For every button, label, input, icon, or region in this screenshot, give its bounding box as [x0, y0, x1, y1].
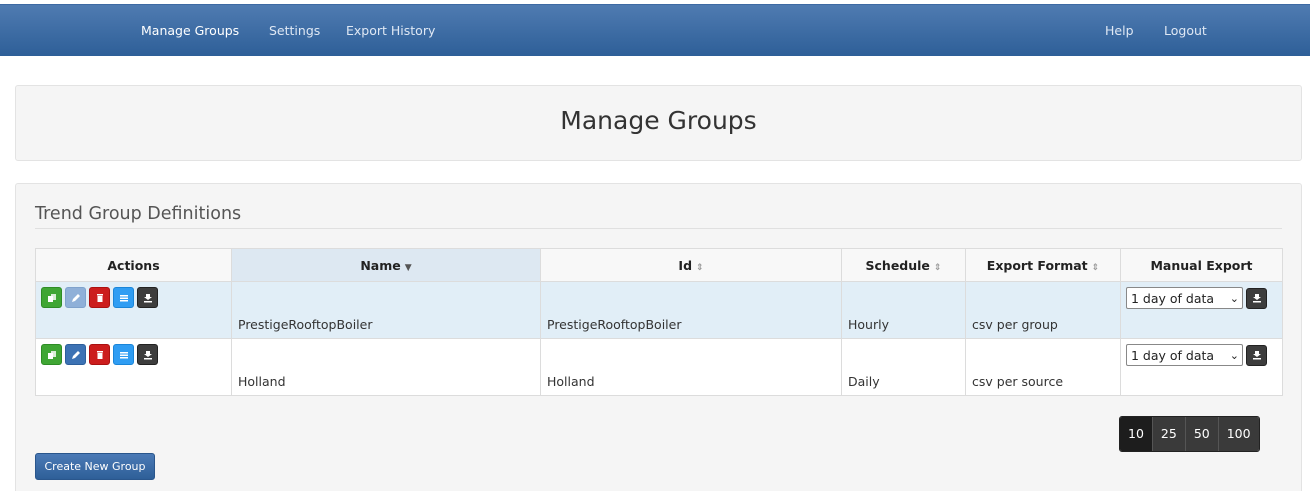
cell-id: Holland — [540, 338, 842, 396]
export-button[interactable] — [137, 344, 158, 365]
sort-desc-icon: ▼ — [404, 262, 412, 273]
groups-panel: Trend Group Definitions Actions Name ▼ Id… — [15, 183, 1302, 491]
list-icon — [119, 351, 128, 358]
chevron-down-icon: ⌄ — [1229, 348, 1239, 362]
cell-name: Holland — [231, 338, 541, 396]
pencil-icon — [71, 350, 80, 359]
cell-schedule: Hourly — [841, 281, 966, 339]
col-schedule-header[interactable]: Schedule ⇕ — [841, 248, 966, 282]
trash-icon — [96, 293, 103, 302]
cell-format: csv per source — [965, 338, 1121, 396]
export-range-select[interactable]: 1 day of data ⌄ — [1126, 287, 1243, 309]
nav-export-history[interactable]: Export History — [346, 5, 435, 57]
trash-icon — [96, 350, 103, 359]
col-id-header[interactable]: Id ⇕ — [540, 248, 842, 282]
nav-manage-groups[interactable]: Manage Groups — [141, 5, 239, 57]
cell-format: csv per group — [965, 281, 1121, 339]
groups-table: Actions Name ▼ Id ⇕ Schedule ⇕ Export Forma… — [35, 248, 1283, 396]
copy-icon — [47, 293, 56, 302]
copy-icon — [47, 350, 56, 359]
delete-button[interactable] — [89, 344, 110, 365]
view-button[interactable] — [113, 344, 134, 365]
page-size-10[interactable]: 10 — [1120, 417, 1152, 451]
copy-button[interactable] — [41, 344, 62, 365]
top-navbar: Manage Groups Settings Export History He… — [0, 4, 1310, 56]
cell-schedule: Daily — [841, 338, 966, 396]
download-icon — [1252, 351, 1261, 360]
edit-button[interactable] — [65, 344, 86, 365]
page-header: Manage Groups — [15, 85, 1302, 161]
nav-help[interactable]: Help — [1105, 5, 1134, 57]
pencil-icon — [71, 293, 80, 302]
manual-export-button[interactable] — [1246, 344, 1267, 366]
nav-settings[interactable]: Settings — [269, 5, 320, 57]
col-format-header[interactable]: Export Format ⇕ — [965, 248, 1121, 282]
create-new-group-button[interactable]: Create New Group — [35, 453, 155, 480]
nav-logout[interactable]: Logout — [1164, 5, 1207, 57]
page-size-50[interactable]: 50 — [1184, 417, 1218, 451]
cell-id: PrestigeRooftopBoiler — [540, 281, 842, 339]
page-size-25[interactable]: 25 — [1151, 417, 1185, 451]
table-row[interactable]: PrestigeRooftopBoiler PrestigeRooftopBoi… — [35, 281, 1283, 339]
list-icon — [119, 294, 128, 301]
row-actions — [35, 281, 232, 339]
col-manual-header: Manual Export — [1120, 248, 1283, 282]
page-size-selector: 10 25 50 100 — [1119, 416, 1260, 452]
page-title: Manage Groups — [560, 106, 757, 135]
cell-manual-export: 1 day of data ⌄ — [1120, 338, 1283, 396]
sort-icon: ⇕ — [933, 262, 942, 273]
page-size-100[interactable]: 100 — [1217, 417, 1259, 451]
download-icon — [143, 293, 152, 302]
view-button[interactable] — [113, 287, 134, 308]
export-button[interactable] — [137, 287, 158, 308]
download-icon — [1252, 294, 1261, 303]
section-divider — [35, 228, 1282, 229]
table-row[interactable]: Holland Holland Daily csv per source 1 d… — [35, 338, 1283, 396]
copy-button[interactable] — [41, 287, 62, 308]
section-title: Trend Group Definitions — [35, 204, 242, 224]
delete-button[interactable] — [89, 287, 110, 308]
sort-icon: ⇕ — [696, 262, 704, 273]
edit-button[interactable] — [65, 287, 86, 308]
download-icon — [143, 350, 152, 359]
cell-manual-export: 1 day of data ⌄ — [1120, 281, 1283, 339]
chevron-down-icon: ⌄ — [1229, 291, 1239, 305]
table-header-row: Actions Name ▼ Id ⇕ Schedule ⇕ Export Forma… — [35, 248, 1283, 282]
col-name-header[interactable]: Name ▼ — [231, 248, 541, 282]
cell-name: PrestigeRooftopBoiler — [231, 281, 541, 339]
row-actions — [35, 338, 232, 396]
col-actions-header: Actions — [35, 248, 232, 282]
manual-export-button[interactable] — [1246, 287, 1267, 309]
sort-icon: ⇕ — [1091, 262, 1100, 273]
export-range-select[interactable]: 1 day of data ⌄ — [1126, 344, 1243, 366]
